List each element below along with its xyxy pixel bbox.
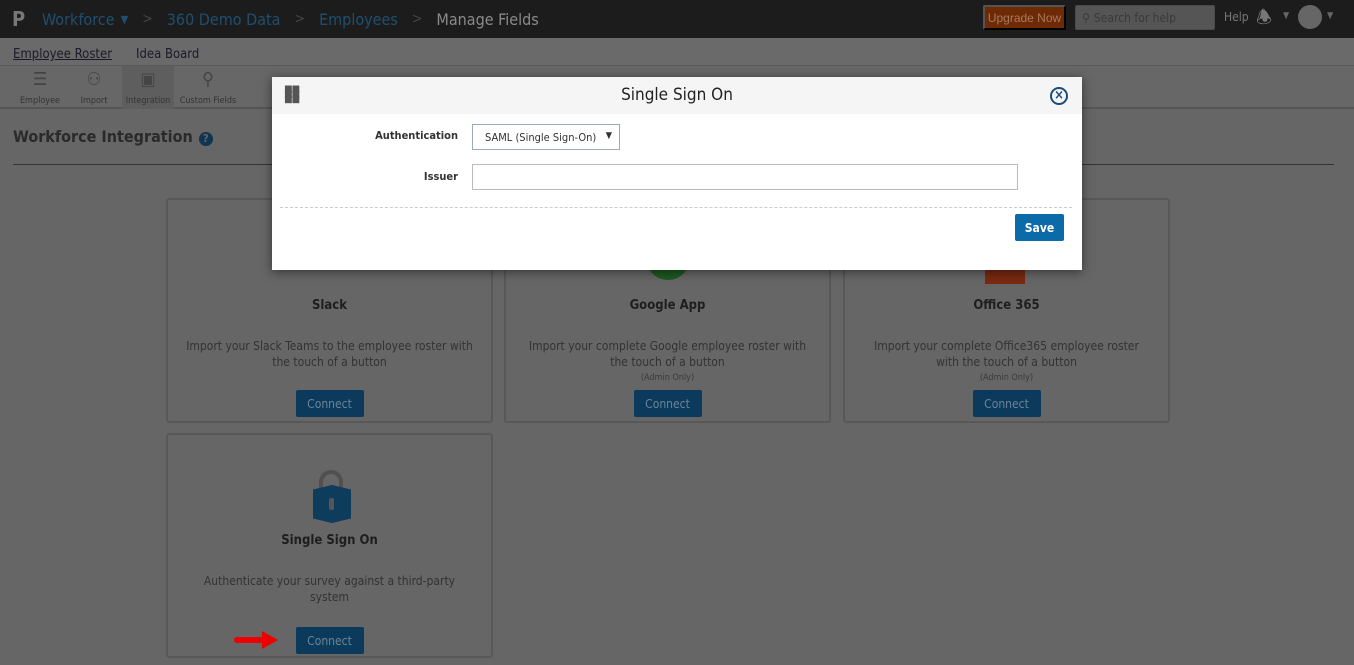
card-sso: Single Sign On Authenticate your survey … <box>166 433 493 658</box>
separator-icon: > <box>142 11 153 27</box>
connect-button[interactable]: Connect <box>972 390 1041 417</box>
toolbar-employee[interactable]: ☰ Employee <box>15 66 65 109</box>
toolbar-label: Import <box>80 96 108 106</box>
authentication-select[interactable]: SAML (Single Sign-On) ▼ <box>472 124 620 150</box>
separator-icon: > <box>411 11 423 27</box>
drag-handle-icon[interactable]: ■■ ■■ ■■ <box>284 85 300 105</box>
chevron-down-icon[interactable]: ▼ <box>121 13 129 26</box>
card-desc: Import your complete Office365 employee … <box>845 338 1168 386</box>
card-desc-text: Import your complete Office365 employee … <box>874 339 1139 369</box>
admin-note: (Admin Only) <box>640 373 695 383</box>
chevron-down-icon[interactable]: ▼ <box>1283 11 1289 21</box>
separator-icon: > <box>294 11 306 27</box>
card-desc-text: Import your complete Google employee ros… <box>528 339 807 369</box>
connect-button[interactable]: Connect <box>295 627 364 654</box>
tab-idea-board[interactable]: Idea Board <box>136 47 199 62</box>
breadcrumb-workforce[interactable]: Workforce <box>42 10 115 29</box>
toolbar-label: Employee <box>19 96 61 106</box>
breadcrumb-demo-data[interactable]: 360 Demo Data <box>167 10 281 29</box>
modal-title: Single Sign On <box>621 85 733 105</box>
connect-button[interactable]: Connect <box>633 390 702 417</box>
sub-nav: Employee Roster Idea Board <box>0 38 1354 66</box>
toolbar-custom-fields[interactable]: ⚲ Custom Fields <box>176 66 240 109</box>
admin-note: (Admin Only) <box>979 373 1034 383</box>
chevron-down-icon[interactable]: ▼ <box>1327 11 1333 21</box>
list-icon: ☰ <box>32 69 48 90</box>
divider <box>280 207 1072 208</box>
breadcrumb-current: Manage Fields <box>436 9 539 29</box>
card-title: Google App <box>629 298 706 313</box>
app-logo: P <box>12 7 26 31</box>
breadcrumb-employees[interactable]: Employees <box>319 10 398 29</box>
toolbar-label: Integration <box>125 96 171 106</box>
breadcrumb: Workforce ▼ > 360 Demo Data > Employees >… <box>42 10 539 29</box>
toolbar-integration[interactable]: ▣ Integration <box>122 66 174 109</box>
save-button[interactable]: Save <box>1015 214 1064 241</box>
authentication-label: Authentication <box>375 129 458 142</box>
toolbar-import[interactable]: ⚇ Import <box>70 66 118 109</box>
page-title-text: Workforce Integration <box>13 127 193 146</box>
help-link[interactable]: Help <box>1224 10 1249 24</box>
help-icon[interactable]: ? <box>198 132 213 146</box>
lock-icon <box>311 470 351 523</box>
add-user-icon: ⚇ <box>86 69 102 90</box>
office-logo-icon <box>985 270 1025 284</box>
card-title: Single Sign On <box>281 533 378 548</box>
modal-header: ■■ ■■ ■■ Single Sign On × <box>272 77 1082 114</box>
authentication-value: SAML (Single Sign-On) <box>485 131 597 144</box>
search-input[interactable]: ⚲ Search for help <box>1075 5 1215 30</box>
tab-employee-roster[interactable]: Employee Roster <box>13 47 112 62</box>
integration-icon: ▣ <box>140 69 156 90</box>
search-icon: ⚲ <box>1082 10 1090 25</box>
card-desc-text: Authenticate your survey against a third… <box>203 574 456 604</box>
card-desc-text: Import your Slack Teams to the employee … <box>186 339 473 369</box>
connect-button[interactable]: Connect <box>295 390 364 417</box>
card-title: Office 365 <box>973 298 1040 313</box>
issuer-label: Issuer <box>423 170 458 183</box>
card-desc: Import your complete Google employee ros… <box>506 338 829 386</box>
search-placeholder: Search for help <box>1093 10 1177 25</box>
avatar[interactable] <box>1298 5 1322 29</box>
sso-modal: ■■ ■■ ■■ Single Sign On × Authentication S… <box>272 77 1082 270</box>
card-title: Slack <box>311 298 348 313</box>
issuer-input[interactable] <box>472 164 1018 190</box>
dropdown-arrow-icon: ▼ <box>605 131 612 141</box>
red-arrow-annotation <box>234 631 278 649</box>
top-bar: P Workforce ▼ > 360 Demo Data > Employees… <box>0 0 1354 38</box>
close-icon[interactable]: × <box>1050 87 1068 105</box>
upgrade-button[interactable]: Upgrade Now <box>983 5 1066 30</box>
card-desc: Authenticate your survey against a third… <box>168 573 491 605</box>
toolbar-label: Custom Fields <box>179 96 237 106</box>
page-title: Workforce Integration? <box>13 127 213 146</box>
card-desc: Import your Slack Teams to the employee … <box>168 338 491 370</box>
bell-icon[interactable]: 🕭 <box>1256 5 1272 35</box>
custom-fields-icon: ⚲ <box>202 69 214 90</box>
